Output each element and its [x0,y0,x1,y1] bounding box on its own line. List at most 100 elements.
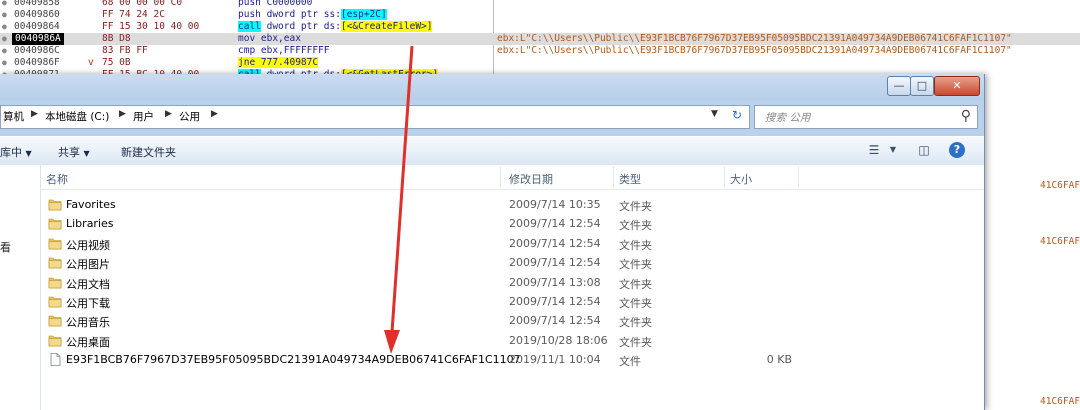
file-type: 文件夹 [619,316,652,330]
folder-row[interactable]: Libraries 2009/7/14 12:54 文件夹 [40,214,984,233]
folder-row[interactable]: 公用下载 2009/7/14 12:54 文件夹 [40,292,984,311]
disassembly-row[interactable]: ● 0040986F v 75 0B jne 777.40987C [0,57,1080,69]
folder-icon [48,296,62,308]
chevron-right-icon[interactable]: ▶ [165,109,172,119]
disassembly-row[interactable]: ● 0040986C 83 FB FF cmp ebx,FFFFFFFF ebx:L"C… [0,45,1080,57]
asm-token: jne 777.40987C [238,57,319,68]
file-name: Favorites [66,198,116,211]
title-bar[interactable]: — □ ✕ [0,74,984,100]
column-divider[interactable] [798,167,799,187]
view-dropdown-icon[interactable]: ▼ [883,141,903,159]
disassembly-row[interactable]: ● 00409860 FF 74 24 2C push dword ptr ss:[e… [0,9,1080,21]
navigation-pane: 看 [0,165,41,410]
comment-fragment: 41C6FAF1C1107" [1040,236,1080,247]
jump-arrow-icon: v [88,57,94,68]
file-row[interactable]: E93F1BCB76F7967D37EB95F05095BDC21391A049… [40,350,984,369]
preview-pane-icon[interactable]: ◫ [914,141,934,159]
folder-row[interactable]: Favorites 2009/7/14 10:35 文件夹 [40,195,984,214]
instruction-comment: ebx:L"C:\\Users\\Public\\E93F1BCB76F7967… [497,33,1012,44]
breadcrumb-public[interactable]: 公用 [179,109,200,124]
breakpoint-gutter-icon[interactable]: ● [2,21,7,33]
asm-token: push C0000000 [238,0,313,8]
disassembly-row[interactable]: ● 00409864 FF 15 30 10 40 00 call dword ptr… [0,21,1080,33]
nav-item-fragment[interactable]: 看 [0,239,11,255]
instruction-bytes: 8B D8 [102,33,131,44]
file-name: 公用下载 [66,297,110,310]
file-name: E93F1BCB76F7967D37EB95F05095BDC21391A049… [66,353,521,367]
file-name: 公用图片 [66,258,110,272]
asm-token: [<&CreateFileW>] [340,21,433,32]
file-type: 文件夹 [619,297,652,310]
chevron-right-icon[interactable]: ▶ [31,109,38,119]
column-headers: 名称 修改日期 类型 大小 [40,165,984,190]
comment-fragment: 41C6FAF1C1107" [1040,180,1080,191]
column-header-name[interactable]: 名称 [46,171,68,187]
breakpoint-gutter-icon[interactable]: ● [2,57,7,69]
folder-row[interactable]: 公用视频 2009/7/14 12:54 文件夹 [40,234,984,253]
refresh-icon[interactable]: ↻ [728,108,746,124]
file-icon [50,353,61,367]
include-in-library-button[interactable]: 库中 ▼ [0,144,32,160]
breadcrumb-local-disk[interactable]: 本地磁盘 (C:) [45,109,109,124]
address-row: 算机 ▶ 本地磁盘 (C:) ▶ 用户 ▶ 公用 ▶ ▼ ↻ 搜索 公用 ⚲ [0,102,984,130]
folder-row[interactable]: 公用文档 2009/7/14 13:08 文件夹 [40,273,984,292]
close-button[interactable]: ✕ [934,76,980,96]
folder-icon [48,335,62,347]
search-icon[interactable]: ⚲ [961,108,971,124]
new-folder-button[interactable]: 新建文件夹 [121,144,176,160]
minimize-button[interactable]: — [887,76,911,96]
asm-token: [esp+2C] [340,9,387,20]
view-options-icon[interactable]: ☰ [864,141,884,159]
file-modified-date: 2019/11/1 10:04 [509,353,601,367]
instruction-disassembly: push C0000000 [238,0,312,9]
file-list-area: 看 名称 修改日期 类型 大小 Favorites 2009/7/14 10:35… [0,165,984,410]
share-button[interactable]: 共享 ▼ [58,144,90,160]
instruction-bytes: FF 15 30 10 40 00 [102,21,200,32]
column-divider[interactable] [500,167,501,187]
file-type: 文件夹 [619,277,652,291]
chevron-down-icon[interactable]: ▼ [711,109,718,119]
address-bar[interactable]: 算机 ▶ 本地磁盘 (C:) ▶ 用户 ▶ 公用 ▶ ▼ ↻ [0,105,750,129]
instruction-comment: ebx:L"C:\\Users\\Public\\E93F1BCB76F7967… [497,45,1012,56]
breakpoint-gutter-icon[interactable]: ● [2,0,7,9]
comment-fragment: 41C6FAF1C1107" [1040,396,1080,407]
file-name: 公用视频 [66,238,110,252]
search-placeholder: 搜索 公用 [765,112,811,124]
column-header-type[interactable]: 类型 [619,171,641,187]
folder-icon [48,257,62,269]
disassembly-row[interactable]: ● 0040986A 8B D8 mov ebx,eax ebx:L"C:\\Users… [0,33,1080,45]
breadcrumb-computer[interactable]: 算机 [3,109,24,124]
breadcrumb-users[interactable]: 用户 [133,109,154,124]
instruction-address: 0040986C [14,45,60,56]
folder-row[interactable]: 公用桌面 2019/10/28 18:06 文件夹 [40,331,984,350]
instruction-disassembly: cmp ebx,FFFFFFFF [238,45,330,57]
file-name: Libraries [66,217,114,231]
asm-token: dword ptr ds: [260,21,341,32]
asm-token: push dword ptr ss: [238,9,341,20]
column-header-size[interactable]: 大小 [730,171,752,187]
file-type: 文件夹 [619,258,652,272]
file-modified-date: 2009/7/14 12:54 [509,217,601,231]
column-header-date[interactable]: 修改日期 [509,171,553,187]
instruction-address: 0040986A [12,33,64,45]
folder-row[interactable]: 公用音乐 2009/7/14 12:54 文件夹 [40,311,984,330]
breakpoint-gutter-icon[interactable]: ● [2,9,7,21]
search-input[interactable]: 搜索 公用 ⚲ [754,105,978,129]
disassembly-row[interactable]: ● 00409858 68 00 00 00 C0 push C0000000 [0,0,1080,9]
file-type: 文件夹 [619,219,652,233]
instruction-disassembly: push dword ptr ss:[esp+2C] [238,9,387,21]
chevron-right-icon[interactable]: ▶ [211,109,218,119]
chevron-right-icon[interactable]: ▶ [119,109,126,119]
column-divider[interactable] [613,167,614,187]
file-modified-date: 2009/7/14 12:54 [509,314,601,328]
instruction-disassembly: mov ebx,eax [238,33,301,45]
breakpoint-gutter-icon[interactable]: ● [2,33,7,45]
breakpoint-gutter-icon[interactable]: ● [2,45,7,57]
column-divider[interactable] [724,167,725,187]
instruction-address: 0040986F [14,57,60,68]
folder-row[interactable]: 公用图片 2009/7/14 12:54 文件夹 [40,253,984,272]
instruction-address: 00409864 [14,21,60,32]
maximize-button[interactable]: □ [910,76,934,96]
help-icon[interactable]: ? [949,142,965,158]
instruction-disassembly: call dword ptr ds:[<&CreateFileW>] [238,21,433,33]
